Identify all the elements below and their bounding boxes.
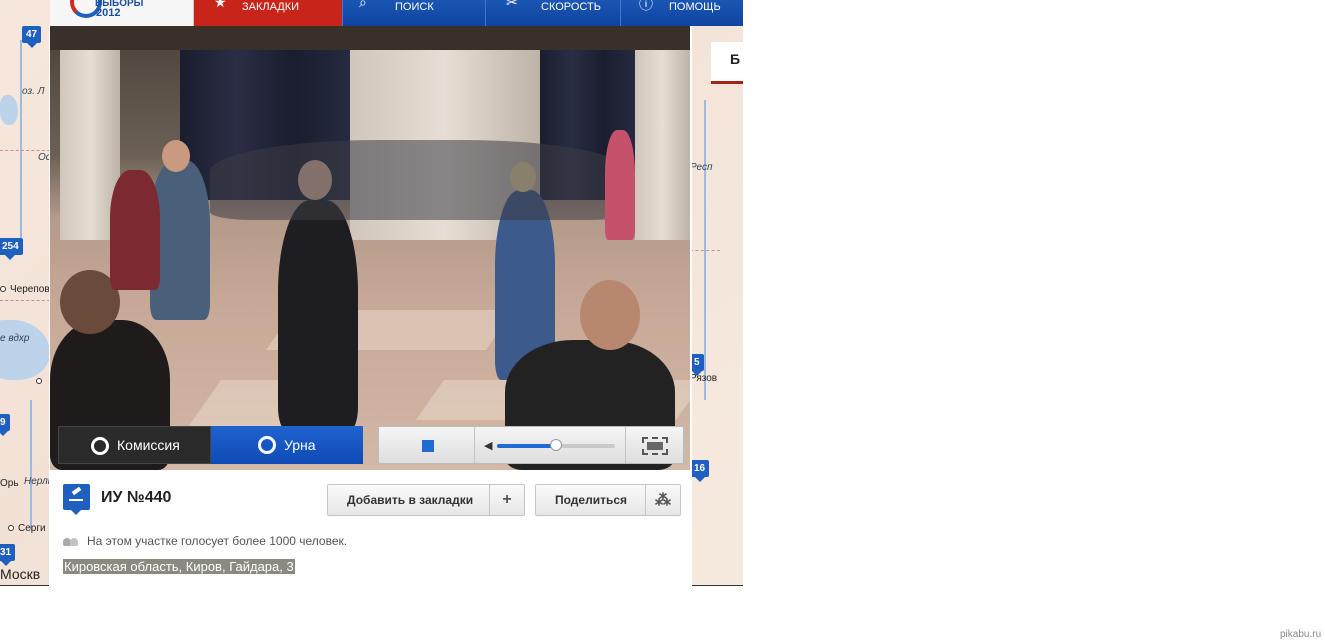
map-marker[interactable]: 9 <box>0 414 10 436</box>
city-label: Москв <box>0 566 41 582</box>
tab-label: ПОМОЩЬ <box>669 1 721 13</box>
add-bookmark-button[interactable]: Добавить в закладки + <box>327 484 525 516</box>
plus-icon: + <box>489 485 524 515</box>
volume-fill <box>497 444 556 448</box>
binoculars-icon: ⌕ <box>359 0 367 10</box>
map-label: Респ <box>690 162 713 173</box>
divider <box>474 427 475 463</box>
city-dot <box>8 525 14 531</box>
scene-crowd <box>210 140 630 220</box>
button-label: Урна <box>284 437 316 453</box>
tab-label: ПОИСК <box>395 1 434 13</box>
map-marker[interactable]: 47 <box>22 26 42 48</box>
webcam-icon <box>91 437 109 455</box>
urn-camera-button[interactable]: Урна <box>211 426 363 464</box>
tab-speed[interactable]: ✂ СКОРОСТЬ <box>485 0 620 26</box>
screenshot-root: { "nav": { "logo_line1": "ВЫБОРЫ", "logo… <box>0 0 1325 643</box>
logo-year: 2012 <box>96 7 121 19</box>
city-label: Орь <box>0 478 19 489</box>
scene-head <box>162 140 190 172</box>
side-panel-header: Б <box>711 42 743 84</box>
top-navigation: ВЫБОРЫ 2012 ★ ЗАКЛАДКИ ⌕ ПОИСК ✂ СКОРОСТ… <box>50 0 743 26</box>
tab-label: СКОРОСТЬ <box>541 1 601 13</box>
scene-person <box>110 170 160 290</box>
city-dot <box>36 378 42 384</box>
scene-person <box>605 130 635 240</box>
speed-icon: ✂ <box>506 0 518 10</box>
lake <box>0 320 50 380</box>
voters-note: На этом участке голосует более 1000 чело… <box>63 534 347 548</box>
scene-pillar <box>635 50 690 240</box>
map-marker[interactable]: 31 <box>0 544 16 566</box>
map-marker[interactable]: 16 <box>690 460 710 482</box>
button-label: Добавить в закладки <box>347 493 474 507</box>
star-icon: ★ <box>214 0 227 10</box>
river <box>30 400 32 530</box>
video-controls: Комиссия Урна ◀ <box>58 426 684 464</box>
volume-handle[interactable] <box>550 439 562 451</box>
commission-camera-button[interactable]: Комиссия <box>58 426 211 464</box>
station-address: Кировская область, Киров, Гайдара, 3 <box>63 559 295 574</box>
button-label: Комиссия <box>117 437 180 453</box>
video-frame <box>50 50 690 470</box>
webcam-icon <box>258 436 276 454</box>
road <box>690 250 720 251</box>
ballot-icon <box>63 484 90 515</box>
help-icon: ⓘ <box>639 0 653 12</box>
stop-icon[interactable] <box>422 440 434 452</box>
station-info: ИУ №440 Добавить в закладки + Поделиться… <box>49 470 692 586</box>
tab-label: ЗАКЛАДКИ <box>242 1 300 13</box>
scene-head <box>580 280 640 350</box>
station-title: ИУ №440 <box>101 489 172 506</box>
city-label: Серги <box>18 523 46 534</box>
scene-person <box>278 200 358 430</box>
share-icon: ⁂ <box>645 485 680 515</box>
voters-text: На этом участке голосует более 1000 чело… <box>87 534 348 548</box>
watermark: pikabu.ru <box>1280 629 1322 640</box>
fullscreen-icon[interactable] <box>642 437 668 455</box>
share-button[interactable]: Поделиться ⁂ <box>535 484 681 516</box>
side-panel-title: Б <box>730 51 741 67</box>
road <box>0 150 50 151</box>
map-label: е вдхр <box>0 333 30 344</box>
city-dot <box>0 286 6 292</box>
webcam-video[interactable]: Комиссия Урна ◀ <box>50 26 690 470</box>
tab-search[interactable]: ⌕ ПОИСК <box>342 0 485 26</box>
tab-help[interactable]: ⓘ ПОМОЩЬ <box>620 0 743 26</box>
road <box>0 300 50 301</box>
tab-bookmarks[interactable]: ★ ЗАКЛАДКИ <box>194 0 342 26</box>
divider <box>625 427 626 463</box>
player-bar: ◀ <box>378 426 684 464</box>
people-icon <box>63 536 79 546</box>
elections-logo[interactable]: ВЫБОРЫ 2012 <box>50 0 194 26</box>
map-marker[interactable]: 5 <box>690 354 704 376</box>
lake <box>0 95 18 125</box>
polling-station-panel: Комиссия Урна ◀ ИУ №440 Добавить в закла… <box>49 26 692 586</box>
map-label: оз. Л <box>22 86 45 97</box>
button-label: Поделиться <box>555 493 628 507</box>
speaker-icon[interactable]: ◀ <box>484 439 492 452</box>
map-marker[interactable]: 254 <box>0 238 23 260</box>
river <box>20 40 22 240</box>
